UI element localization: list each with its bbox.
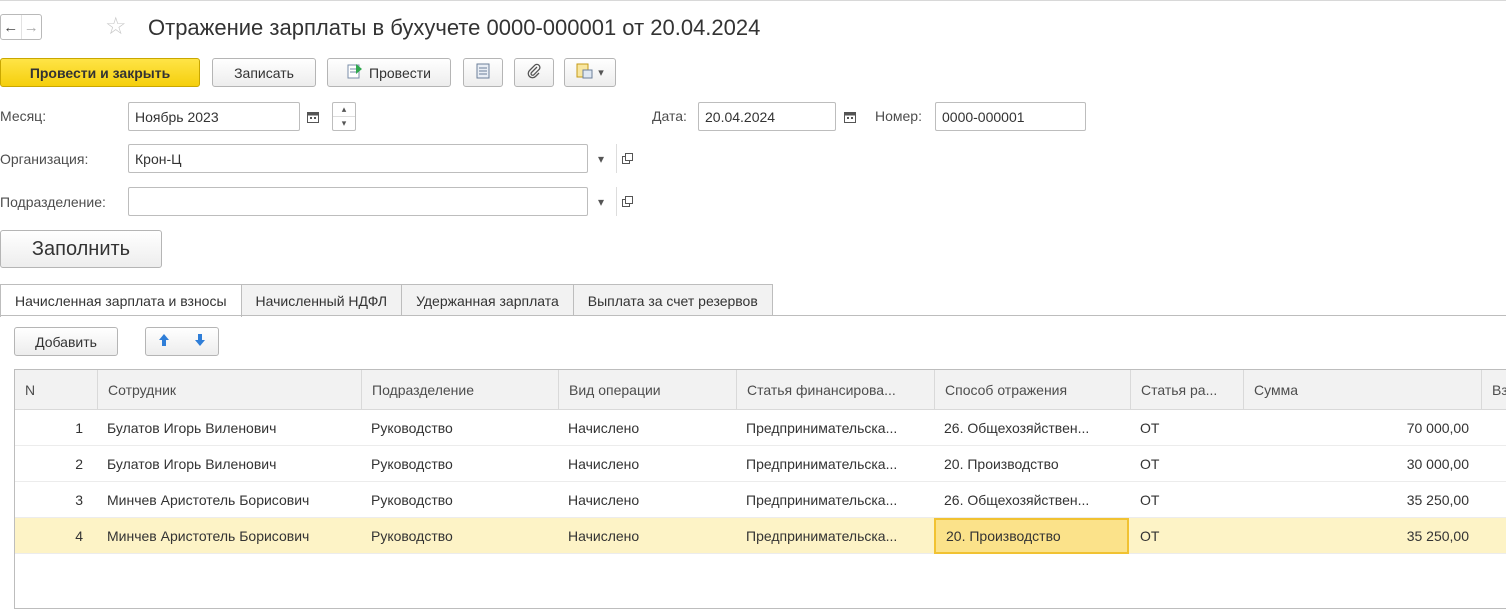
row-number: 1 <box>75 420 83 436</box>
row-method[interactable]: 26. Общехозяйствен... <box>934 410 1130 446</box>
table-header: N Сотрудник Подразделение Вид операции С… <box>15 370 1506 410</box>
table-row[interactable]: 2 Булатов Игорь Виленович Руководство На… <box>15 446 1506 482</box>
date-input[interactable]: 20.04.2024 <box>698 102 836 131</box>
row-financing[interactable]: Предпринимательска... <box>736 482 934 518</box>
row-sum[interactable]: 35 250,00 <box>1243 482 1479 518</box>
row-method[interactable]: 26. Общехозяйствен... <box>934 482 1130 518</box>
tab-ndfl[interactable]: Начисленный НДФЛ <box>240 284 403 316</box>
column-header-employee[interactable]: Сотрудник <box>97 370 361 410</box>
row-operation[interactable]: Начислено <box>558 482 736 518</box>
row-method[interactable]: 20. Производство <box>934 446 1130 482</box>
top-border <box>0 0 1506 3</box>
department-dropdown-icon[interactable]: ▾ <box>590 187 612 216</box>
table-row[interactable]: 1 Булатов Игорь Виленович Руководство На… <box>15 410 1506 446</box>
department-input[interactable] <box>128 187 588 216</box>
column-header-operation[interactable]: Вид операции <box>558 370 736 410</box>
row-financing[interactable]: Предпринимательска... <box>736 446 934 482</box>
row-number: 2 <box>75 456 83 472</box>
row-operation[interactable]: Начислено <box>558 410 736 446</box>
post-and-close-button[interactable]: Провести и закрыть <box>0 58 200 87</box>
column-header-n[interactable]: N <box>15 370 97 410</box>
tab-bar: Начисленная зарплата и взносы Начисленны… <box>0 284 773 317</box>
post-button[interactable]: Провести <box>327 58 451 87</box>
spin-down-icon[interactable]: ▾ <box>333 116 355 130</box>
chevron-down-icon: ▾ <box>598 67 604 79</box>
move-down-icon[interactable] <box>194 333 206 350</box>
document-list-icon <box>476 63 490 82</box>
row-operation[interactable]: Начислено <box>558 518 736 554</box>
department-label: Подразделение: <box>0 194 106 210</box>
number-label: Номер: <box>875 108 922 124</box>
dropdown-icon[interactable]: ▾ <box>590 144 612 173</box>
date-label: Дата: <box>652 108 687 124</box>
row-article[interactable]: ОТ <box>1130 446 1243 482</box>
post-button-label: Провести <box>369 64 431 81</box>
back-button[interactable]: ← <box>1 15 21 39</box>
row-financing[interactable]: Предпринимательска... <box>736 410 934 446</box>
tab-accrued-salary[interactable]: Начисленная зарплата и взносы <box>0 284 242 317</box>
date-calendar-icon[interactable] <box>838 102 862 131</box>
row-department[interactable]: Руководство <box>361 446 558 482</box>
organization-label: Организация: <box>0 151 89 167</box>
row-financing[interactable]: Предпринимательска... <box>736 518 934 554</box>
table-row[interactable]: 3 Минчев Аристотель Борисович Руководств… <box>15 482 1506 518</box>
department-open-icon[interactable] <box>616 187 638 216</box>
fill-button[interactable]: Заполнить <box>0 230 162 268</box>
paperclip-icon <box>527 63 541 82</box>
spin-up-icon[interactable]: ▴ <box>333 103 355 116</box>
column-header-article[interactable]: Статья ра... <box>1130 370 1243 410</box>
row-department[interactable]: Руководство <box>361 482 558 518</box>
table-row-selected[interactable]: 4 Минчев Аристотель Борисович Руководств… <box>15 518 1506 554</box>
month-input[interactable]: Ноябрь 2023 <box>128 102 300 131</box>
row-employee[interactable]: Булатов Игорь Виленович <box>97 446 361 482</box>
row-sum[interactable]: 35 250,00 <box>1243 518 1479 554</box>
row-number: 3 <box>75 492 83 508</box>
column-header-contributions[interactable]: Вз <box>1481 370 1506 410</box>
row-article[interactable]: ОТ <box>1130 482 1243 518</box>
post-icon <box>347 63 363 82</box>
favorite-star-icon[interactable]: ☆ <box>105 13 127 41</box>
row-department[interactable]: Руководство <box>361 410 558 446</box>
row-sum[interactable]: 70 000,00 <box>1243 410 1479 446</box>
move-buttons <box>145 327 219 356</box>
row-employee[interactable]: Минчев Аристотель Борисович <box>97 518 361 554</box>
move-up-icon[interactable] <box>158 333 170 350</box>
add-row-button[interactable]: Добавить <box>14 327 118 356</box>
tab-divider <box>0 315 1506 316</box>
print-menu-button[interactable]: ▾ <box>564 58 616 87</box>
month-spinner[interactable]: ▴ ▾ <box>332 102 356 131</box>
row-sum[interactable]: 30 000,00 <box>1243 446 1479 482</box>
column-header-department[interactable]: Подразделение <box>361 370 558 410</box>
row-method-current-cell[interactable]: 20. Производство <box>934 518 1129 554</box>
open-icon[interactable] <box>616 144 638 173</box>
row-employee[interactable]: Булатов Игорь Виленович <box>97 410 361 446</box>
tab-withheld-salary[interactable]: Удержанная зарплата <box>401 284 574 316</box>
row-article[interactable]: ОТ <box>1130 410 1243 446</box>
attach-button[interactable] <box>514 58 554 87</box>
history-nav: ← → <box>0 14 42 40</box>
row-number: 4 <box>75 528 83 544</box>
organization-input[interactable]: Крон-Ц <box>128 144 588 173</box>
number-input[interactable]: 0000-000001 <box>935 102 1086 131</box>
column-header-financing[interactable]: Статья финансирова... <box>736 370 934 410</box>
row-operation[interactable]: Начислено <box>558 446 736 482</box>
row-employee[interactable]: Минчев Аристотель Борисович <box>97 482 361 518</box>
calendar-icon[interactable] <box>302 102 324 131</box>
print-forms-icon <box>576 63 594 82</box>
row-article[interactable]: ОТ <box>1130 518 1243 554</box>
accruals-table: N Сотрудник Подразделение Вид операции С… <box>14 369 1506 609</box>
month-label: Месяц: <box>0 108 47 124</box>
column-header-sum[interactable]: Сумма <box>1243 370 1481 410</box>
page-title: Отражение зарплаты в бухучете 0000-00000… <box>148 15 761 40</box>
forward-button[interactable]: → <box>20 15 42 39</box>
report-button[interactable] <box>463 58 503 87</box>
save-button[interactable]: Записать <box>212 58 316 87</box>
column-header-method[interactable]: Способ отражения <box>934 370 1130 410</box>
row-department[interactable]: Руководство <box>361 518 558 554</box>
tab-reserve-payment[interactable]: Выплата за счет резервов <box>572 284 773 316</box>
